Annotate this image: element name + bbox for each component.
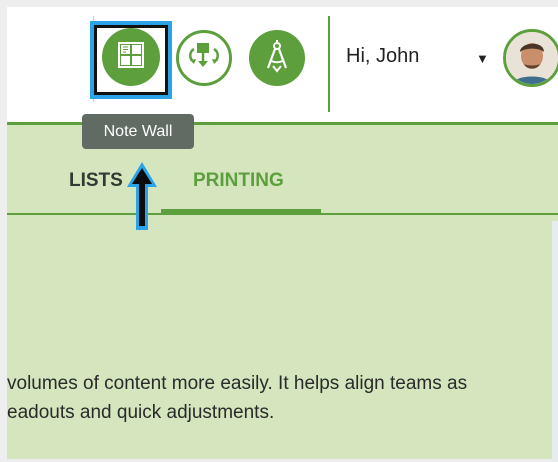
user-greeting[interactable]: Hi, John [346,45,419,68]
compass-button[interactable] [249,30,305,86]
note-wall-tooltip: Note Wall [82,114,194,149]
highlight-frame-inner [94,25,168,95]
body-text-line: volumes of content more easily. It helps… [7,373,468,394]
body-text-line: eadouts and quick adjustments. [7,402,275,423]
tabs-underline [7,213,558,215]
chevron-down-icon[interactable]: ▼ [476,51,489,66]
transfer-icon [185,39,223,78]
transfer-button[interactable] [176,30,232,86]
main-content: LISTS PRINTING volumes of content more e… [7,122,558,462]
scrollbar-track[interactable] [552,221,558,462]
tab-lists[interactable]: LISTS [69,170,123,192]
tab-printing[interactable]: PRINTING [193,170,284,192]
compass-icon [262,38,292,79]
header-divider-accent [328,16,330,112]
avatar[interactable] [503,29,558,87]
pointer-arrow-icon [127,162,157,230]
user-avatar-icon [506,32,558,84]
